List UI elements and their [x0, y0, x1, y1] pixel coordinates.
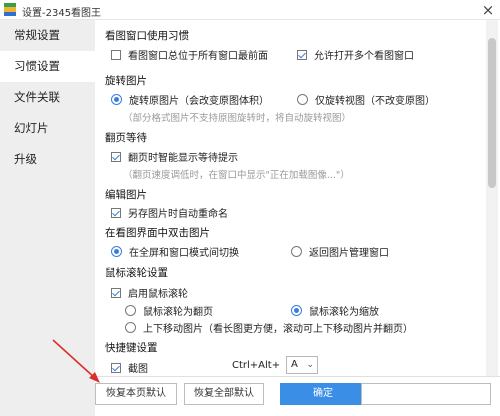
- section-title-wheel: 鼠标滚轮设置: [105, 267, 168, 279]
- section-title-edit: 编辑图片: [105, 189, 147, 201]
- sidebar-item-label: 幻灯片: [14, 121, 49, 135]
- sidebar-item-habits[interactable]: 习惯设置: [0, 51, 95, 82]
- wheel-zoom-radio[interactable]: 鼠标滚轮为缩放: [291, 303, 379, 318]
- option-label: 上下移动图片（看长图更方便，滚动可上下移动图片并翻页）: [143, 324, 413, 335]
- sidebar-item-label: 习惯设置: [14, 59, 60, 73]
- rotate-note: （部分格式图片不支持原图旋转时，将自动旋转视图）: [123, 113, 352, 124]
- option-label: 翻页时智能显示等待提示: [128, 153, 238, 164]
- option-label: 在全屏和窗口模式间切换: [129, 248, 239, 259]
- auto-rename-checkbox[interactable]: 另存图片时自动重命名: [111, 205, 228, 220]
- allow-multiple-windows-checkbox[interactable]: 允许打开多个看图窗口: [297, 47, 414, 62]
- section-title-window-habits: 看图窗口使用习惯: [105, 30, 189, 42]
- content-scrollbar[interactable]: [486, 20, 498, 376]
- section-title-rotate: 旋转图片: [105, 75, 147, 87]
- hotkey-key-select[interactable]: A ⌄: [286, 356, 318, 374]
- sidebar-item-label: 文件关联: [14, 90, 60, 104]
- option-label: 截图: [128, 364, 148, 375]
- section-title-double-click: 在看图界面中双击图片: [105, 227, 210, 239]
- cancel-button[interactable]: [361, 383, 491, 405]
- option-label: 仅旋转视图（不改变原图）: [315, 96, 435, 107]
- sidebar-item-label: 升级: [14, 152, 37, 166]
- rotate-view-only-radio[interactable]: 仅旋转视图（不改变原图）: [297, 92, 435, 107]
- always-on-top-checkbox[interactable]: 看图窗口总位于所有窗口最前面: [111, 47, 268, 62]
- radio-dot[interactable]: [125, 322, 136, 333]
- checkbox-box[interactable]: [297, 49, 307, 60]
- footer-bar: 恢复本页默认 恢复全部默认 确定: [95, 376, 500, 416]
- wheel-move-radio[interactable]: 上下移动图片（看长图更方便，滚动可上下移动图片并翻页）: [125, 320, 413, 335]
- window-title: 设置-2345看图王: [22, 8, 102, 19]
- toggle-fullscreen-radio[interactable]: 在全屏和窗口模式间切换: [111, 244, 239, 259]
- return-manager-radio[interactable]: 返回图片管理窗口: [291, 244, 389, 259]
- restore-page-defaults-button[interactable]: 恢复本页默认: [95, 383, 177, 405]
- radio-dot[interactable]: [291, 246, 302, 257]
- option-label: 另存图片时自动重命名: [128, 209, 228, 220]
- settings-sidebar: 常规设置 习惯设置 文件关联 幻灯片 升级: [0, 20, 95, 416]
- option-label: 启用鼠标滚轮: [128, 289, 188, 300]
- page-turn-note: （翻页速度调低时，在窗口中显示"正在加载图像..."）: [123, 170, 350, 181]
- rotate-original-radio[interactable]: 旋转原图片（会改变原图体积）: [111, 92, 269, 107]
- checkbox-box[interactable]: [111, 287, 121, 298]
- hotkey-combo-label: Ctrl+Alt+: [232, 360, 281, 371]
- section-title-shortcuts: 快捷键设置: [105, 342, 158, 354]
- ok-button[interactable]: 确定: [280, 383, 366, 405]
- chevron-down-icon: ⌄: [306, 360, 314, 370]
- screenshot-shortcut-checkbox[interactable]: 截图: [111, 360, 148, 375]
- close-icon: ×: [481, 1, 495, 19]
- checkbox-box[interactable]: [111, 362, 121, 373]
- radio-dot[interactable]: [291, 305, 302, 316]
- checkbox-box[interactable]: [111, 207, 121, 218]
- sidebar-item-label: 常规设置: [14, 28, 60, 42]
- section-title-page-turn: 翻页等待: [105, 132, 147, 144]
- checkbox-box[interactable]: [111, 49, 121, 60]
- option-label: 允许打开多个看图窗口: [314, 51, 414, 62]
- sidebar-item-file-association[interactable]: 文件关联: [0, 82, 95, 113]
- sidebar-item-upgrade[interactable]: 升级: [0, 144, 95, 175]
- radio-dot[interactable]: [125, 305, 136, 316]
- option-label: 看图窗口总位于所有窗口最前面: [128, 51, 268, 62]
- settings-content: 看图窗口使用习惯 看图窗口总位于所有窗口最前面 允许打开多个看图窗口 旋转图片 …: [95, 20, 485, 376]
- sidebar-item-slideshow[interactable]: 幻灯片: [0, 113, 95, 144]
- radio-dot[interactable]: [111, 94, 122, 105]
- scrollbar-thumb[interactable]: [488, 38, 496, 188]
- option-label: 返回图片管理窗口: [309, 248, 389, 259]
- hotkey-key-value: A: [291, 359, 298, 370]
- wheel-page-turn-radio[interactable]: 鼠标滚轮为翻页: [125, 303, 213, 318]
- close-button[interactable]: ×: [478, 0, 498, 20]
- restore-all-defaults-button[interactable]: 恢复全部默认: [184, 383, 264, 405]
- radio-dot[interactable]: [297, 94, 308, 105]
- radio-dot[interactable]: [111, 246, 122, 257]
- option-label: 旋转原图片（会改变原图体积）: [129, 96, 269, 107]
- title-bar: 设置-2345看图王 ×: [0, 0, 500, 20]
- option-label: 鼠标滚轮为缩放: [309, 307, 379, 318]
- option-label: 鼠标滚轮为翻页: [143, 307, 213, 318]
- checkbox-box[interactable]: [111, 151, 121, 162]
- smart-wait-checkbox[interactable]: 翻页时智能显示等待提示: [111, 149, 238, 164]
- app-logo-icon: [4, 3, 16, 16]
- enable-wheel-checkbox[interactable]: 启用鼠标滚轮: [111, 285, 188, 300]
- sidebar-item-general[interactable]: 常规设置: [0, 20, 95, 51]
